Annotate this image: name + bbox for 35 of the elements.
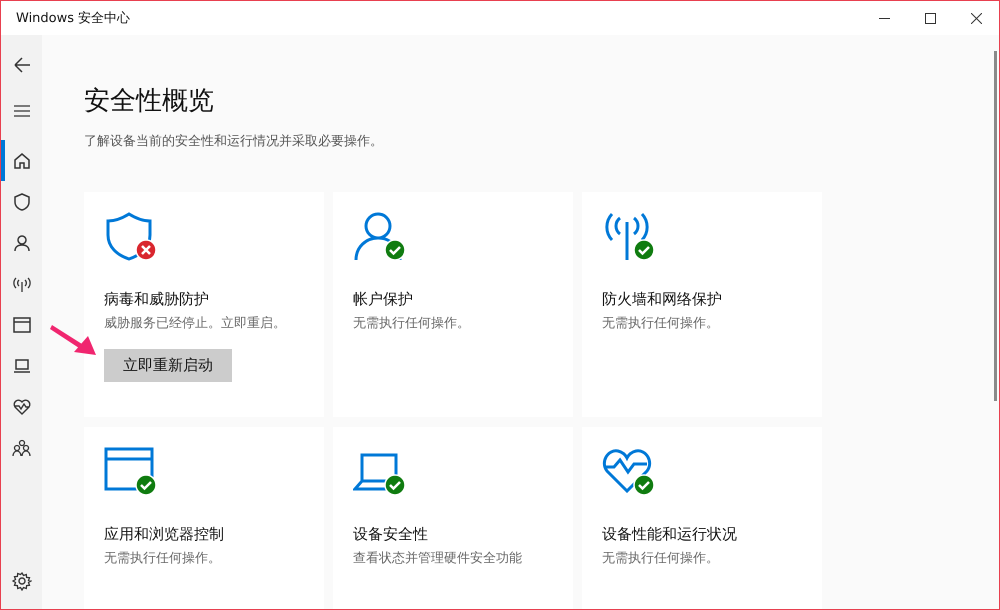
card-description: 无需执行任何操作。 xyxy=(353,315,470,332)
maximize-icon xyxy=(924,12,936,24)
scrollbar[interactable] xyxy=(994,51,997,401)
card-description: 无需执行任何操作。 xyxy=(602,550,719,567)
card-title[interactable]: 病毒和威胁防护 xyxy=(104,290,209,309)
page-subtitle: 了解设备当前的安全性和运行情况并采取必要操作。 xyxy=(84,133,383,150)
status-card[interactable]: 防火墙和网络保护 无需执行任何操作。 xyxy=(582,192,822,417)
close-icon xyxy=(970,12,982,24)
settings-icon xyxy=(12,570,32,590)
card-title[interactable]: 应用和浏览器控制 xyxy=(104,525,224,544)
shield-icon xyxy=(12,192,32,212)
status-card[interactable]: 设备安全性 查看状态并管理硬件安全功能 xyxy=(333,427,573,609)
card-description: 威胁服务已经停止。立即重启。 xyxy=(104,315,286,332)
status-card[interactable]: 应用和浏览器控制 无需执行任何操作。 xyxy=(84,427,324,609)
house-icon xyxy=(12,150,32,170)
card-description: 查看状态并管理硬件安全功能 xyxy=(353,550,522,567)
person-icon xyxy=(353,210,403,262)
card-title[interactable]: 设备性能和运行状况 xyxy=(602,525,737,544)
heart-pulse-icon xyxy=(12,396,32,416)
window-title: Windows 安全中心 xyxy=(16,10,132,27)
status-card[interactable]: 设备性能和运行状况 无需执行任何操作。 xyxy=(582,427,822,609)
restart-button[interactable]: 立即重新启动 xyxy=(104,349,232,382)
status-card[interactable]: 帐户保护 无需执行任何操作。 xyxy=(333,192,573,417)
status-card[interactable]: 病毒和威胁防护 威胁服务已经停止。立即重启。 立即重新启动 xyxy=(84,192,324,417)
back-arrow-icon xyxy=(12,54,32,74)
card-title[interactable]: 帐户保护 xyxy=(353,290,413,309)
page-heading: 安全性概览 xyxy=(84,85,214,118)
card-description: 无需执行任何操作。 xyxy=(104,550,221,567)
card-description: 无需执行任何操作。 xyxy=(602,315,719,332)
shield-icon xyxy=(104,210,154,262)
card-title[interactable]: 防火墙和网络保护 xyxy=(602,290,722,309)
person-icon xyxy=(12,232,32,252)
browser-window-icon xyxy=(12,314,32,334)
card-title[interactable]: 设备安全性 xyxy=(353,525,428,544)
family-icon xyxy=(12,438,32,458)
